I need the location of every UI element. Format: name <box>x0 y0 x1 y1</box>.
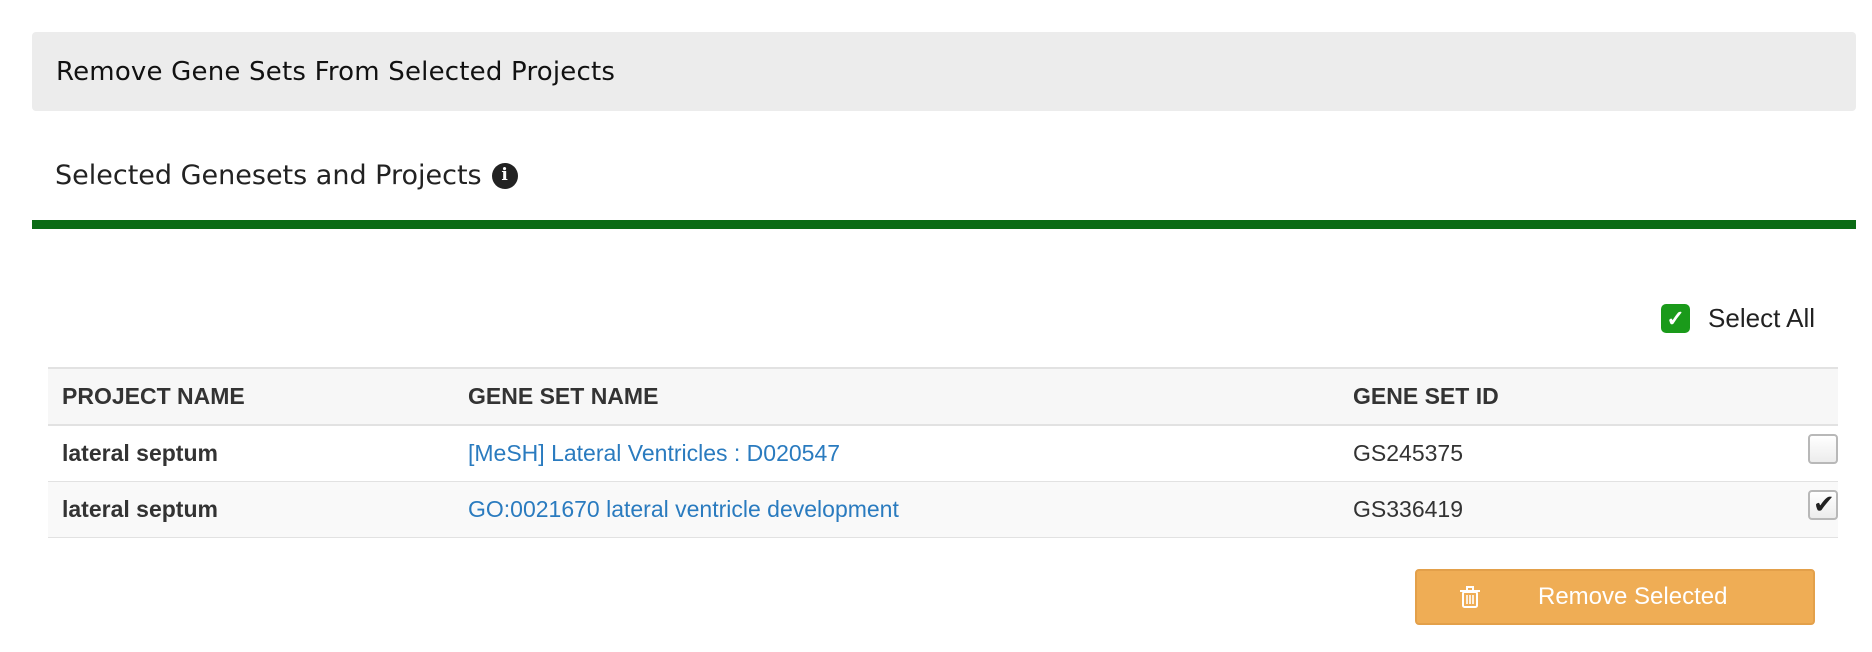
table-row: lateral septum [MeSH] Lateral Ventricles… <box>48 425 1838 482</box>
project-name-cell: lateral septum <box>48 481 454 538</box>
table-header-row: PROJECT NAME GENE SET NAME GENE SET ID <box>48 367 1838 426</box>
row-select-cell <box>1764 481 1838 538</box>
trash-icon <box>1457 584 1483 610</box>
gene-set-id-cell: GS336419 <box>1339 481 1764 538</box>
info-circle-icon[interactable]: i <box>491 162 518 189</box>
gene-set-name-cell: GO:0021670 lateral ventricle development <box>454 481 1339 538</box>
project-name-cell: lateral septum <box>48 425 454 482</box>
column-header-project: PROJECT NAME <box>48 367 454 426</box>
gene-set-id-cell: GS245375 <box>1339 425 1764 482</box>
section-title: Selected Genesets and Projects <box>55 160 482 191</box>
section-divider <box>32 220 1856 229</box>
column-header-gene-set-id: GENE SET ID <box>1339 367 1764 426</box>
gene-set-link[interactable]: GO:0021670 lateral ventricle development <box>468 496 899 522</box>
remove-selected-button[interactable]: Remove Selected <box>1415 569 1815 625</box>
column-header-gene-set-name: GENE SET NAME <box>454 367 1339 426</box>
remove-selected-label: Remove Selected <box>1538 583 1728 610</box>
page: Remove Gene Sets From Selected Projects … <box>0 0 1872 652</box>
table-row: lateral septum GO:0021670 lateral ventri… <box>48 481 1838 538</box>
section-header: Selected Genesets and Projects i <box>55 160 518 191</box>
panel-title: Remove Gene Sets From Selected Projects <box>56 56 616 87</box>
select-all-checkbox[interactable]: ✓ <box>1661 304 1691 333</box>
select-all-control[interactable]: ✓ Select All <box>1661 303 1815 334</box>
row-select-cell <box>1764 425 1838 482</box>
panel-header: Remove Gene Sets From Selected Projects <box>32 32 1856 111</box>
column-header-select <box>1764 367 1838 426</box>
row-checkbox[interactable] <box>1808 489 1838 520</box>
row-checkbox[interactable] <box>1808 433 1838 464</box>
select-all-label: Select All <box>1708 303 1815 333</box>
gene-set-name-cell: [MeSH] Lateral Ventricles : D020547 <box>454 425 1339 482</box>
gene-sets-table: PROJECT NAME GENE SET NAME GENE SET ID l… <box>48 367 1838 538</box>
gene-set-link[interactable]: [MeSH] Lateral Ventricles : D020547 <box>468 440 840 466</box>
